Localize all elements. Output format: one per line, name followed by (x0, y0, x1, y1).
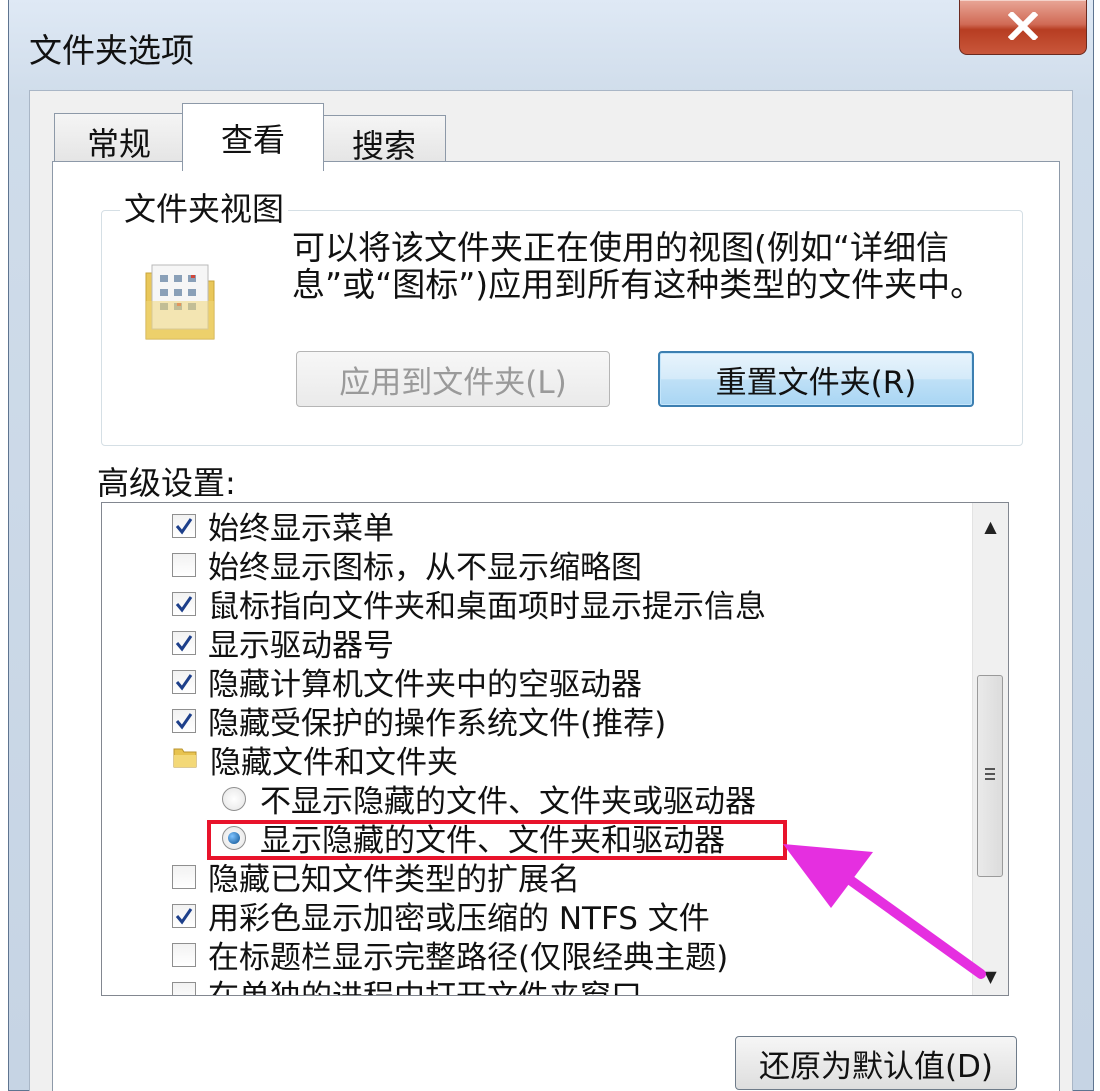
checkbox-checked[interactable] (172, 513, 196, 538)
panel-content: 文件夹视图 可以将该文件夹正在使用的视图(例如“详细信息”或“图标”)应用到所有… (9, 0, 1093, 1090)
list-item[interactable]: 始终显示菜单 (172, 506, 394, 547)
annotation-arrow-icon (769, 830, 999, 994)
checkbox-unchecked[interactable] (172, 981, 196, 995)
list-item[interactable]: 在标题栏显示完整路径(仅限经典主题) (172, 935, 728, 976)
list-item[interactable]: 显示驱动器号 (172, 623, 394, 664)
checkbox-unchecked[interactable] (172, 942, 196, 967)
annotation-highlight-box (207, 820, 787, 860)
list-item[interactable]: 始终显示图标，从不显示缩略图 (172, 545, 642, 586)
folder-view-icon (140, 261, 220, 349)
radio-unselected[interactable] (222, 786, 246, 811)
list-item[interactable]: 隐藏已知文件类型的扩展名 (172, 857, 580, 898)
list-item[interactable]: 隐藏计算机文件夹中的空驱动器 (172, 662, 642, 703)
checkbox-unchecked[interactable] (172, 552, 196, 577)
folder-icon (172, 742, 198, 778)
list-item[interactable]: 隐藏受保护的操作系统文件(推荐) (172, 701, 666, 742)
checkbox-checked[interactable] (172, 591, 196, 616)
scroll-up-arrow-icon[interactable]: ▲ (973, 509, 1008, 543)
checkbox-checked[interactable] (172, 630, 196, 655)
list-item[interactable]: 鼠标指向文件夹和桌面项时显示提示信息 (172, 584, 766, 625)
checkbox-unchecked[interactable] (172, 864, 196, 889)
list-item-label: 在单独的进程中打开文件夹窗口 (208, 971, 642, 995)
checkbox-checked[interactable] (172, 708, 196, 733)
restore-defaults-button[interactable]: 还原为默认值(D) (735, 1036, 1017, 1090)
checkbox-checked[interactable] (172, 669, 196, 694)
apply-to-folders-button[interactable]: 应用到文件夹(L) (296, 351, 610, 407)
folder-options-window: 文件夹选项 常规 查看 搜索 文件夹视图 可以将该文件夹正在使用的视图(例如“详… (8, 0, 1094, 1091)
list-item: 隐藏文件和文件夹 (172, 740, 458, 781)
list-item[interactable]: 在单独的进程中打开文件夹窗口 (172, 971, 642, 995)
reset-folders-button[interactable]: 重置文件夹(R) (658, 351, 974, 407)
advanced-settings-label: 高级设置: (97, 464, 236, 502)
list-item[interactable]: 用彩色显示加密或压缩的 NTFS 文件 (172, 896, 710, 937)
folder-views-title: 文件夹视图 (120, 189, 289, 229)
folder-views-description: 可以将该文件夹正在使用的视图(例如“详细信息”或“图标”)应用到所有这种类型的文… (292, 228, 984, 304)
list-item[interactable]: 不显示隐藏的文件、文件夹或驱动器 (222, 779, 756, 820)
grip-icon (985, 768, 995, 783)
checkbox-checked[interactable] (172, 903, 196, 928)
folder-views-group: 文件夹视图 可以将该文件夹正在使用的视图(例如“详细信息”或“图标”)应用到所有… (101, 189, 1023, 446)
